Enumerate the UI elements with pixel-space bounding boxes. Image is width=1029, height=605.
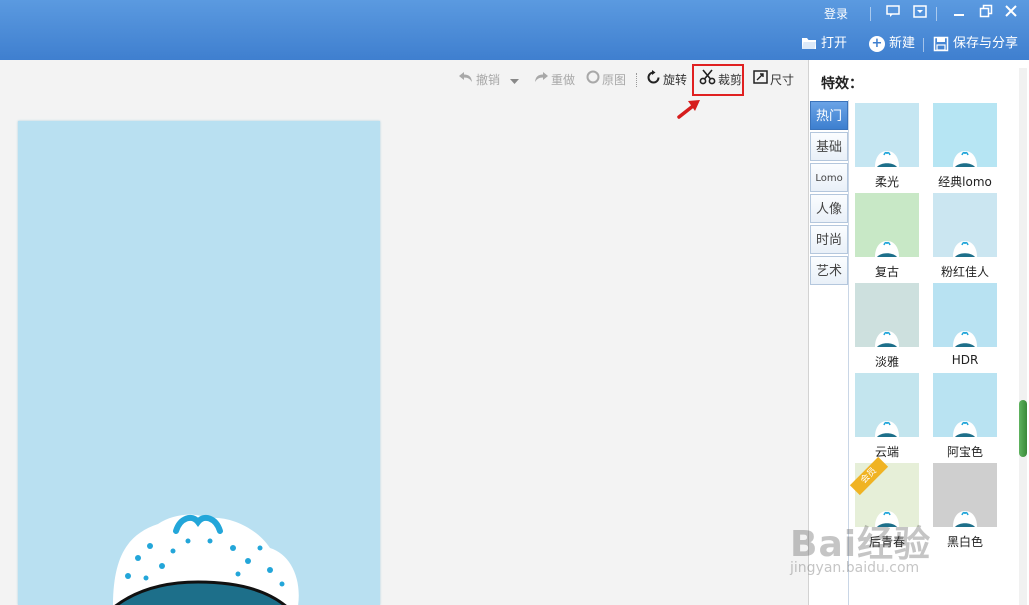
message-icon[interactable] — [883, 4, 903, 24]
effect-item[interactable]: 复古 — [855, 193, 919, 279]
effect-item[interactable]: 云端 — [855, 373, 919, 459]
effect-thumbnail — [933, 103, 997, 167]
undo-dropdown-icon[interactable] — [510, 74, 519, 88]
effect-label: 经典lomo — [938, 175, 992, 189]
effect-item[interactable]: 柔光 — [855, 103, 919, 189]
panel-scroll-thumb[interactable] — [1019, 400, 1027, 457]
save-share-button[interactable]: 保存与分享 — [933, 33, 1018, 55]
effect-thumbnail — [855, 193, 919, 257]
category-tab-lomo[interactable]: Lomo — [810, 163, 848, 192]
fountain-illustration — [113, 514, 299, 605]
effect-label: 淡雅 — [874, 355, 899, 369]
effect-label: HDR — [951, 353, 979, 367]
effect-thumbnail — [855, 373, 919, 437]
original-button[interactable]: 原图 — [586, 70, 626, 90]
image-canvas[interactable] — [18, 121, 380, 605]
size-button[interactable]: 尺寸 — [753, 70, 794, 90]
effect-item[interactable]: HDR — [933, 283, 997, 369]
open-button[interactable]: 打开 — [801, 33, 847, 55]
effect-thumbnail — [933, 373, 997, 437]
effect-label: 柔光 — [874, 175, 899, 189]
effect-item[interactable]: 粉红佳人 — [933, 193, 997, 279]
effect-thumbnail — [855, 283, 919, 347]
open-label: 打开 — [821, 36, 848, 51]
effect-label: 云端 — [874, 445, 899, 459]
watermark-url: jingyan.baidu.com — [790, 560, 920, 576]
redo-label: 重做 — [551, 73, 576, 87]
red-arrow-icon — [677, 100, 700, 119]
size-label: 尺寸 — [770, 73, 795, 87]
maximize-icon[interactable] — [976, 4, 996, 24]
panel-scrollbar[interactable] — [1019, 68, 1027, 605]
title-separator — [870, 7, 871, 21]
close-icon[interactable] — [1001, 4, 1021, 24]
undo-button[interactable]: 撤销 — [458, 70, 500, 90]
new-label: 新建 — [889, 36, 916, 51]
effect-thumbnail — [933, 463, 997, 527]
category-tab-hot[interactable]: 热门 — [810, 101, 848, 130]
plus-icon: + — [869, 36, 885, 52]
effect-thumbnail — [933, 193, 997, 257]
category-tab-art[interactable]: 艺术 — [810, 256, 848, 285]
original-label: 原图 — [602, 73, 627, 87]
rotate-button[interactable]: 旋转 — [646, 69, 688, 91]
crop-highlight-box — [692, 64, 744, 96]
effect-thumbnail — [933, 283, 997, 347]
save-icon — [933, 36, 949, 52]
action-separator — [923, 38, 924, 52]
undo-label: 撤销 — [476, 73, 501, 87]
category-tab-fashion[interactable]: 时尚 — [810, 225, 848, 254]
original-icon — [586, 70, 600, 90]
menu-icon[interactable] — [910, 4, 930, 24]
title-separator — [936, 7, 937, 21]
effect-label: 复古 — [874, 265, 899, 279]
resize-icon — [753, 70, 768, 90]
toolbar-separator — [636, 73, 637, 87]
effect-item[interactable]: 经典lomo — [933, 103, 997, 189]
effect-item[interactable]: 黑白色 — [933, 463, 997, 549]
effect-label: 黑白色 — [946, 535, 983, 549]
effect-label: 粉红佳人 — [940, 265, 989, 279]
category-tab-basic[interactable]: 基础 — [810, 132, 848, 161]
folder-icon — [801, 36, 817, 52]
rotate-icon — [646, 69, 661, 91]
effect-thumbnail — [855, 103, 919, 167]
redo-button[interactable]: 重做 — [533, 70, 575, 90]
effect-label: 阿宝色 — [946, 445, 983, 459]
effects-title: 特效： — [821, 76, 863, 92]
rotate-label: 旋转 — [663, 73, 688, 87]
effect-item[interactable]: 阿宝色 — [933, 373, 997, 459]
category-tab-portrait[interactable]: 人像 — [810, 194, 848, 223]
save-share-label: 保存与分享 — [953, 36, 1019, 51]
redo-icon — [533, 70, 549, 90]
effect-item[interactable]: 淡雅 — [855, 283, 919, 369]
login-link[interactable]: 登录 — [824, 4, 848, 24]
new-button[interactable]: + 新建 — [869, 33, 915, 55]
undo-icon — [458, 70, 474, 90]
minimize-icon[interactable] — [949, 4, 969, 24]
